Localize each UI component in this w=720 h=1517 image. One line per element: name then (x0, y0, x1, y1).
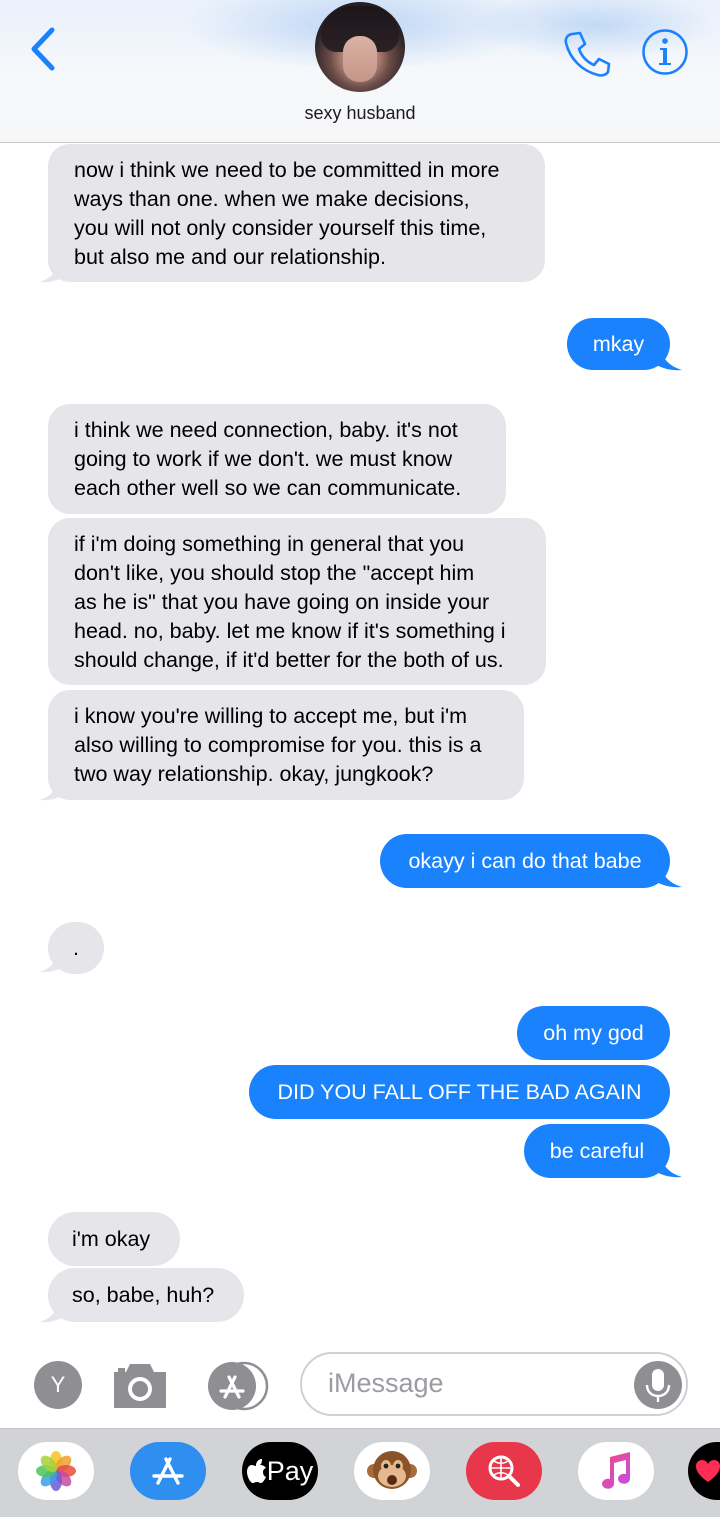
music-icon (602, 1452, 630, 1489)
message-bubble-sent[interactable]: DID YOU FALL OFF THE BAD AGAIN (249, 1065, 670, 1119)
app-store-button[interactable] (204, 1361, 270, 1411)
bubble-tail (40, 946, 68, 973)
app-store-app-button[interactable] (130, 1442, 206, 1500)
call-button[interactable] (562, 28, 612, 78)
message-bubble-received[interactable]: so, babe, huh? (48, 1268, 244, 1322)
bubble-tail (652, 861, 682, 888)
digital-touch-icon (696, 1460, 720, 1482)
message-bubble-sent[interactable]: be careful (524, 1124, 670, 1178)
message-bubble-received[interactable]: i'm okay (48, 1212, 180, 1266)
back-button[interactable] (22, 24, 62, 74)
message-bubble-received[interactable]: i think we need connection, baby. it's n… (48, 404, 506, 514)
animoji-app-button[interactable] (354, 1442, 430, 1500)
microphone-icon (645, 1369, 671, 1402)
message-bubble-received[interactable]: if i'm doing something in general that y… (48, 518, 546, 685)
bubble-tail (40, 1296, 68, 1323)
message-bubble-received[interactable]: now i think we need to be committed in m… (48, 144, 545, 282)
bubble-tail (40, 256, 68, 283)
photos-app-button[interactable] (18, 1442, 94, 1500)
camera-icon (114, 1364, 166, 1408)
info-icon (642, 29, 688, 75)
contact-avatar[interactable] (315, 2, 405, 92)
apple-logo-icon (246, 1459, 266, 1483)
animoji-monkey-icon (367, 1451, 417, 1489)
web-search-icon (488, 1455, 520, 1487)
bubble-tail (652, 344, 682, 371)
web-search-app-button[interactable] (466, 1442, 542, 1500)
message-bubble-sent[interactable]: okayy i can do that babe (380, 834, 670, 888)
message-bubble-received[interactable]: i know you're willing to accept me, but … (48, 690, 524, 800)
chevron-left-icon (31, 27, 55, 71)
memoji-avatar-button[interactable]: Y (34, 1361, 82, 1409)
photos-icon (36, 1451, 76, 1491)
info-button[interactable] (641, 28, 689, 76)
app-store-icon (152, 1457, 184, 1485)
phone-icon (564, 31, 611, 77)
camera-button[interactable] (110, 1360, 170, 1412)
dictation-button[interactable] (634, 1361, 682, 1409)
apple-pay-label: Pay (266, 1455, 314, 1486)
imessage-placeholder: iMessage (328, 1368, 444, 1398)
bubble-tail (40, 774, 68, 801)
music-app-button[interactable] (578, 1442, 654, 1500)
bubble-tail (652, 1151, 682, 1178)
app-store-icon (208, 1361, 269, 1411)
contact-name[interactable]: sexy husband (0, 103, 720, 124)
apple-pay-app-button[interactable]: Pay (242, 1442, 318, 1500)
message-bubble-sent[interactable]: oh my god (517, 1006, 670, 1060)
